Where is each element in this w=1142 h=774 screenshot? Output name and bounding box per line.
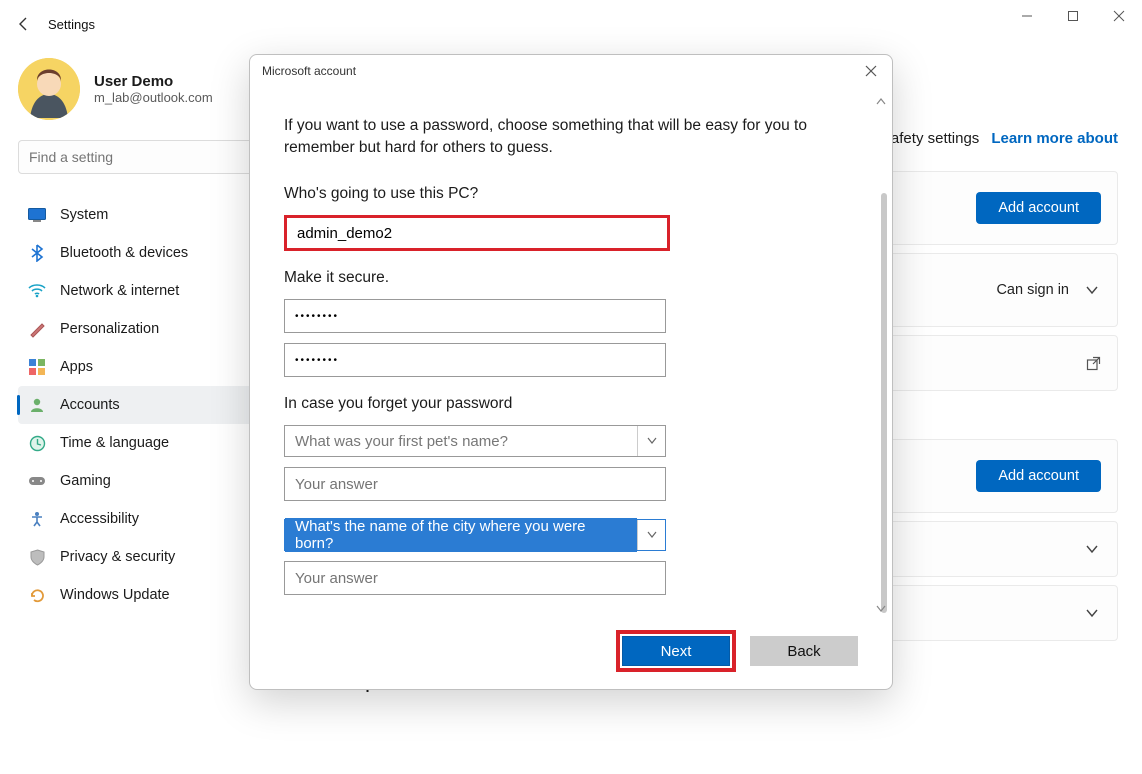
window-title: Settings [48,17,95,32]
sidebar-item-label: Accessibility [60,511,139,527]
add-account-button[interactable]: Add account [976,192,1101,224]
security-question-2-value: What's the name of the city where you we… [285,518,637,552]
minimize-icon [1021,10,1033,22]
chevron-down-icon [876,605,886,613]
dialog-footer: Next Back [250,623,892,689]
chevron-down-icon [1085,606,1099,620]
dialog-titlebar: Microsoft account [250,55,892,87]
chevron-down-icon [647,531,657,539]
sidebar-item-label: Privacy & security [60,549,175,565]
back-button[interactable] [0,0,48,48]
chevron-down-icon [647,437,657,445]
dropdown-button[interactable] [637,426,665,456]
user-name: User Demo [94,73,213,90]
user-text: User Demo m_lab@outlook.com [94,73,213,105]
dialog-body: If you want to use a password, choose so… [250,87,892,623]
security-question-2-select[interactable]: What's the name of the city where you we… [284,519,666,551]
maximize-button[interactable] [1050,0,1096,32]
open-external-button[interactable] [1085,355,1101,371]
sidebar-item-label: Apps [60,359,93,375]
bluetooth-icon [28,244,46,262]
confirm-password-input[interactable] [284,343,666,377]
username-label: Who's going to use this PC? [284,185,858,203]
close-icon [865,65,877,77]
learn-more-link[interactable]: Learn more about [991,130,1118,147]
sidebar-item-label: Windows Update [60,587,170,603]
shield-icon [28,548,46,566]
user-email: m_lab@outlook.com [94,90,213,105]
dialog-intro-text: If you want to use a password, choose so… [284,115,858,159]
wifi-icon [28,282,46,300]
expand-button-3[interactable] [1083,604,1101,622]
security-question-1-value: What was your first pet's name? [285,433,637,450]
apps-icon [28,358,46,376]
close-icon [1113,10,1125,22]
dropdown-button[interactable] [637,520,665,550]
expand-button[interactable] [1083,281,1101,299]
security-questions-label: In case you forget your password [284,395,858,413]
sidebar-item-label: Time & language [60,435,169,451]
password-input[interactable] [284,299,666,333]
sidebar-item-label: Network & internet [60,283,179,299]
username-input[interactable] [284,215,670,251]
sidebar-item-label: Bluetooth & devices [60,245,188,261]
arrow-left-icon [16,16,32,32]
chevron-up-icon [876,97,886,105]
dialog-title: Microsoft account [262,64,356,78]
scroll-thumb[interactable] [881,193,887,613]
scroll-down-button[interactable] [873,601,889,617]
microsoft-account-dialog: Microsoft account If you want to use a p… [249,54,893,690]
sign-in-status: Can sign in [996,282,1069,298]
scroll-up-button[interactable] [873,93,889,109]
sidebar-item-label: System [60,207,108,223]
next-button-highlight: Next [616,630,736,672]
security-answer-2-input[interactable] [284,561,666,595]
add-account-button-2[interactable]: Add account [976,460,1101,492]
chevron-down-icon [1085,283,1099,297]
avatar[interactable] [18,58,80,120]
security-question-1-select[interactable]: What was your first pet's name? [284,425,666,457]
chevron-down-icon [1085,542,1099,556]
person-icon [28,396,46,414]
user-area: User Demo m_lab@outlook.com [18,58,213,120]
minimize-button[interactable] [1004,0,1050,32]
next-button[interactable]: Next [622,636,730,666]
password-label: Make it secure. [284,269,858,287]
titlebar: Settings [0,0,1142,48]
sidebar-item-label: Accounts [60,397,120,413]
globe-clock-icon [28,434,46,452]
avatar-icon [18,58,80,120]
close-button[interactable] [1096,0,1142,32]
window-controls [1004,0,1142,32]
system-icon [28,206,46,224]
sidebar-item-label: Gaming [60,473,111,489]
dialog-close-button[interactable] [856,59,886,83]
safety-text-fragment: afety settings [891,130,979,147]
expand-button-2[interactable] [1083,540,1101,558]
security-answer-1-input[interactable] [284,467,666,501]
gamepad-icon [28,472,46,490]
update-icon [28,586,46,604]
maximize-icon [1067,10,1079,22]
dialog-scrollbar[interactable] [873,93,889,617]
accessibility-icon [28,510,46,528]
back-button[interactable]: Back [750,636,858,666]
sidebar-item-label: Personalization [60,321,159,337]
paintbrush-icon [28,320,46,338]
external-link-icon [1086,356,1101,371]
